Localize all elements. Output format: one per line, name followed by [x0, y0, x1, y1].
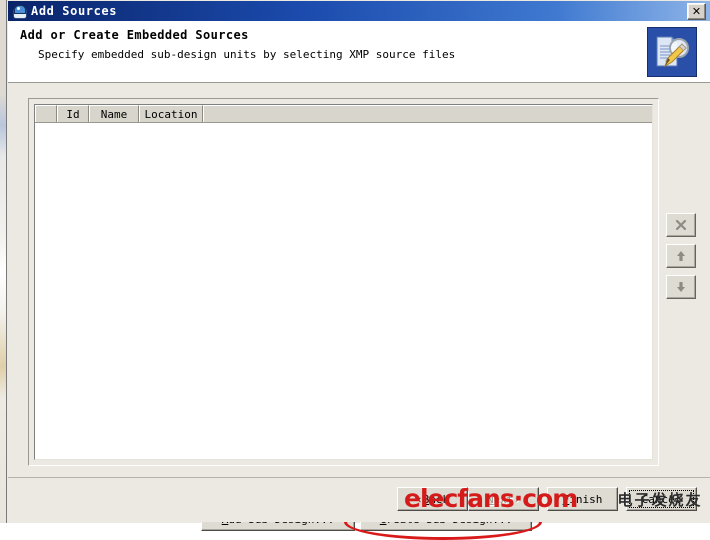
page-title: Add or Create Embedded Sources — [20, 28, 249, 42]
table-body-empty[interactable] — [35, 123, 652, 459]
back-chevron-icon: ‹ — [415, 492, 423, 506]
table-tool-buttons — [666, 213, 696, 299]
column-header-filler — [203, 105, 652, 122]
next-mnemonic: N — [486, 492, 494, 506]
title-bar: Add Sources ✕ — [8, 1, 710, 21]
next-chevron-icon: › — [513, 492, 521, 506]
page-subtitle: Specify embedded sub-design units by sel… — [38, 48, 456, 61]
window-title: Add Sources — [31, 4, 118, 18]
move-up-button[interactable] — [666, 244, 696, 268]
finish-mnemonic: F — [562, 492, 570, 506]
app-icon — [11, 3, 27, 19]
table-header-row: Id Name Location — [35, 105, 652, 123]
sources-panel: Id Name Location — [28, 98, 659, 466]
cancel-button[interactable]: Cancel — [626, 487, 697, 511]
next-label: ext — [493, 492, 514, 506]
next-button[interactable]: Next › — [468, 487, 539, 511]
navigation-buttons: ‹ Back Next › Finish Cancel — [397, 487, 697, 511]
column-header-name[interactable]: Name — [89, 105, 139, 122]
column-header-location[interactable]: Location — [139, 105, 203, 122]
column-header-select[interactable] — [35, 105, 57, 122]
back-button[interactable]: ‹ Back — [397, 487, 468, 511]
back-mnemonic: B — [422, 492, 430, 506]
add-sources-dialog: Add Sources ✕ Add or Create Embedded Sou… — [6, 0, 710, 540]
back-label: ack — [429, 492, 450, 506]
documents-search-edit-icon — [647, 27, 697, 77]
remove-button[interactable] — [666, 213, 696, 237]
finish-button[interactable]: Finish — [547, 487, 618, 511]
finish-label: inish — [569, 492, 603, 506]
sources-table[interactable]: Id Name Location — [34, 104, 653, 460]
close-icon[interactable]: ✕ — [687, 2, 706, 20]
focus-ring — [629, 490, 694, 508]
column-header-id[interactable]: Id — [57, 105, 89, 122]
content-area: Id Name Location — [8, 83, 710, 540]
wizard-footer: ‹ Back Next › Finish Cancel — [8, 477, 710, 522]
wizard-header: Add or Create Embedded Sources Specify e… — [8, 21, 710, 83]
move-down-button[interactable] — [666, 275, 696, 299]
